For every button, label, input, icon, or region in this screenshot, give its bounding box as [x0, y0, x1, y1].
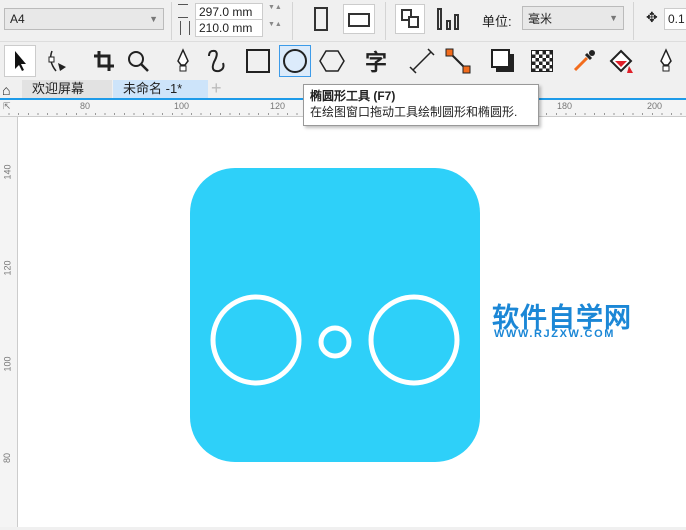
rectangle-icon: [246, 49, 270, 73]
shadow-icon: [491, 49, 514, 72]
tooltip: 椭圆形工具 (F7) 在绘图窗口拖动工具绘制圆形和椭圆形.: [303, 84, 539, 126]
pick-tool[interactable]: [4, 45, 36, 77]
shape-tool[interactable]: [40, 45, 72, 77]
width-icon: [178, 4, 188, 18]
artistic-media-tool[interactable]: [201, 45, 233, 77]
shape-node-icon: [48, 50, 66, 72]
fill-icon: [609, 49, 633, 73]
transparency-tool[interactable]: [526, 45, 558, 77]
vertical-ruler[interactable]: 140 120 100 80: [0, 117, 18, 527]
pen-nib-icon: [660, 48, 672, 72]
crop-tool[interactable]: [88, 45, 120, 77]
curve-icon: [208, 49, 225, 73]
ruler-label: 200: [647, 101, 663, 111]
width-spinner[interactable]: ▼▲: [268, 4, 282, 11]
pen-nib-icon: [177, 48, 189, 72]
ruler-label: 120: [270, 101, 286, 111]
portrait-button[interactable]: [314, 7, 328, 31]
dimension-tool[interactable]: [406, 45, 438, 77]
divider: [633, 2, 634, 40]
text-icon: 字: [364, 50, 387, 75]
height-icon: [180, 21, 190, 35]
ruler-origin-icon[interactable]: ⇱: [3, 101, 11, 112]
connector-tool[interactable]: [442, 45, 474, 77]
divider: [385, 2, 386, 40]
add-tab-button[interactable]: +: [211, 78, 222, 99]
divider: [292, 2, 293, 40]
tab-label: 欢迎屏幕: [32, 81, 85, 96]
page-size-value: A4: [10, 12, 25, 26]
smart-fill-tool[interactable]: [650, 45, 682, 77]
watermark-url: WWW.RJZXW.COM: [494, 328, 616, 340]
page-height-input[interactable]: 210.0 mm: [195, 19, 263, 37]
arrow-cursor-icon: [15, 51, 26, 71]
text-tool[interactable]: 字: [360, 45, 392, 77]
drawing-canvas[interactable]: 软件自学网 WWW.RJZXW.COM: [18, 117, 686, 527]
ruler-label: 100: [174, 101, 190, 111]
freehand-tool[interactable]: [167, 45, 199, 77]
zoom-tool[interactable]: [122, 45, 154, 77]
chevron-down-icon: ▼: [149, 14, 158, 24]
tab-label: 未命名 -1*: [123, 81, 183, 96]
units-label: 单位:: [482, 14, 512, 29]
units-value: 毫米: [528, 11, 553, 26]
tooltip-title: 椭圆形工具 (F7): [310, 89, 396, 103]
rectangle-tool[interactable]: [242, 45, 274, 77]
landscape-button[interactable]: [343, 4, 375, 34]
interactive-fill-tool[interactable]: [605, 45, 637, 77]
toolbox: 字: [0, 42, 686, 80]
units-select[interactable]: 毫米 ▼: [522, 6, 624, 30]
ruler-label: 100: [2, 356, 13, 372]
ruler-label: 80: [80, 101, 91, 111]
ellipse-tool[interactable]: [279, 45, 311, 77]
ruler-label: 180: [557, 101, 573, 111]
chevron-down-icon: ▼: [609, 13, 618, 23]
all-pages-button[interactable]: [395, 4, 425, 34]
dimension-icon: [409, 48, 435, 74]
height-spinner[interactable]: ▼▲: [268, 21, 282, 28]
property-bar: A4 ▼ 297.0 mm ▼▲ 210.0 mm ▼▲ 单位: 毫米 ▼ ✥ 0.…: [0, 0, 686, 42]
crop-icon: [94, 51, 114, 71]
home-icon[interactable]: ⌂: [2, 82, 10, 98]
drop-shadow-tool[interactable]: [487, 45, 519, 77]
eyedropper-icon: [573, 50, 595, 72]
ruler-label: 80: [2, 452, 13, 464]
tab-welcome[interactable]: 欢迎屏幕: [22, 80, 112, 98]
nudge-icon: ✥: [646, 9, 658, 25]
hexagon-icon: [319, 50, 345, 72]
magnifier-icon: [128, 51, 149, 72]
nudge-input[interactable]: 0.1: [664, 8, 686, 30]
rounded-square-shape[interactable]: [190, 168, 480, 462]
eyedropper-tool[interactable]: [568, 45, 600, 77]
divider: [171, 2, 172, 40]
tab-untitled-1[interactable]: 未命名 -1*: [113, 80, 208, 98]
tooltip-body: 在绘图窗口拖动工具绘制圆形和椭圆形.: [310, 105, 518, 119]
ruler-label: 140: [2, 164, 13, 180]
ellipse-icon: [283, 49, 307, 73]
current-page-button[interactable]: [437, 8, 463, 30]
polygon-tool[interactable]: [316, 45, 348, 77]
page-size-select[interactable]: A4 ▼: [4, 8, 164, 30]
ruler-label: 120: [2, 260, 13, 276]
checker-icon: [531, 50, 553, 72]
connector-icon: [445, 48, 471, 74]
